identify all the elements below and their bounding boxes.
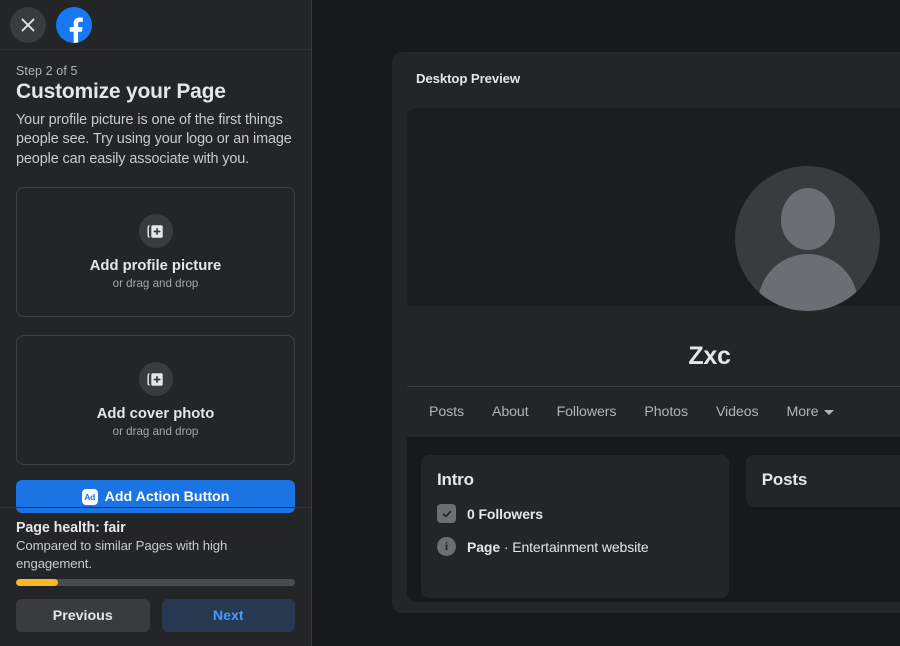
tab-photos-label: Photos [644,404,688,420]
facebook-logo-button[interactable] [56,6,92,43]
followers-check-icon [437,504,456,523]
page-category-value: · Entertainment website [500,538,649,555]
setup-sidebar: Step 2 of 5 Customize your Page Your pro… [0,0,312,646]
intro-title: Intro [437,470,474,489]
add-profile-picture-subtitle: or drag and drop [112,277,199,291]
page-health-progress-fill [16,579,58,586]
tab-more[interactable]: More [786,404,835,420]
sidebar-footer: Page health: fair Compared to similar Pa… [0,507,311,646]
cover-photo-placeholder [407,108,900,311]
page-name-strip: Zxc [407,306,900,386]
tab-videos[interactable]: Videos [716,404,759,420]
tab-videos-label: Videos [715,404,759,420]
tab-followers-label: Followers [556,404,617,420]
previous-button[interactable]: Previous [16,599,150,632]
page-name: Zxc [688,341,731,370]
page-root: Step 2 of 5 Customize your Page Your pro… [0,0,900,646]
posts-card: Posts [745,455,900,507]
posts-title: Posts [761,470,808,489]
tab-about-label: About [491,404,529,420]
close-icon [20,17,36,33]
default-avatar-icon [780,188,835,250]
page-title: Customize your Page [16,80,226,103]
desktop-preview-card: Desktop Preview Zxc Posts About Follower… [392,52,900,613]
page-category-type: Page [467,538,501,555]
desktop-preview-header: Desktop Preview [416,71,521,86]
page-health-progress [16,579,295,586]
page-health-title: Page health: fair [16,520,126,537]
add-photo-icon [138,362,173,397]
next-button[interactable]: Next [161,599,295,632]
close-button[interactable] [10,6,46,43]
ad-badge-icon: Ad [81,488,98,505]
sidebar-header [0,0,311,50]
tab-posts-label: Posts [429,404,464,420]
page-feed: Intro 0 Followers i Page · Entertainment… [407,437,900,602]
page-preview-frame: Zxc Posts About Followers Photos Videos … [407,108,900,602]
page-health-subtitle: Compared to similar Pages with high enga… [16,538,228,571]
add-profile-picture-card[interactable]: Add profile picture or drag and drop [16,187,295,318]
add-cover-photo-title: Add cover photo [96,406,215,423]
add-cover-photo-subtitle: or drag and drop [112,425,199,439]
tab-more-label: More [786,404,819,420]
page-description: Your profile picture is one of the first… [16,112,292,167]
facebook-logo [59,12,89,43]
wizard-nav: Previous Next [16,599,295,632]
avatar-body-shape [757,254,858,311]
info-icon: i [437,537,456,556]
chevron-down-icon [824,409,835,415]
intro-card: Intro 0 Followers i Page · Entertainment… [421,455,729,598]
sidebar-body: Step 2 of 5 Customize your Page Your pro… [0,50,311,514]
preview-area: Desktop Preview Zxc Posts About Follower… [312,0,900,646]
intro-row-followers: 0 Followers [437,504,713,523]
tab-posts[interactable]: Posts [429,404,464,420]
add-action-button-label: Add Action Button [104,488,230,505]
tab-photos[interactable]: Photos [644,404,688,420]
page-category: Page · Entertainment website [467,539,649,555]
step-label: Step 2 of 5 [16,64,78,78]
avatar [735,166,880,311]
tab-about[interactable]: About [492,404,529,420]
followers-count: 0 Followers [467,506,543,522]
tab-followers[interactable]: Followers [557,404,617,420]
add-photo-icon [138,214,173,249]
add-profile-picture-title: Add profile picture [89,258,222,275]
page-tabs: Posts About Followers Photos Videos More [407,386,900,437]
add-cover-photo-card[interactable]: Add cover photo or drag and drop [16,335,295,466]
followers-count-text: 0 Followers [467,505,543,522]
intro-row-category: i Page · Entertainment website [437,537,713,556]
